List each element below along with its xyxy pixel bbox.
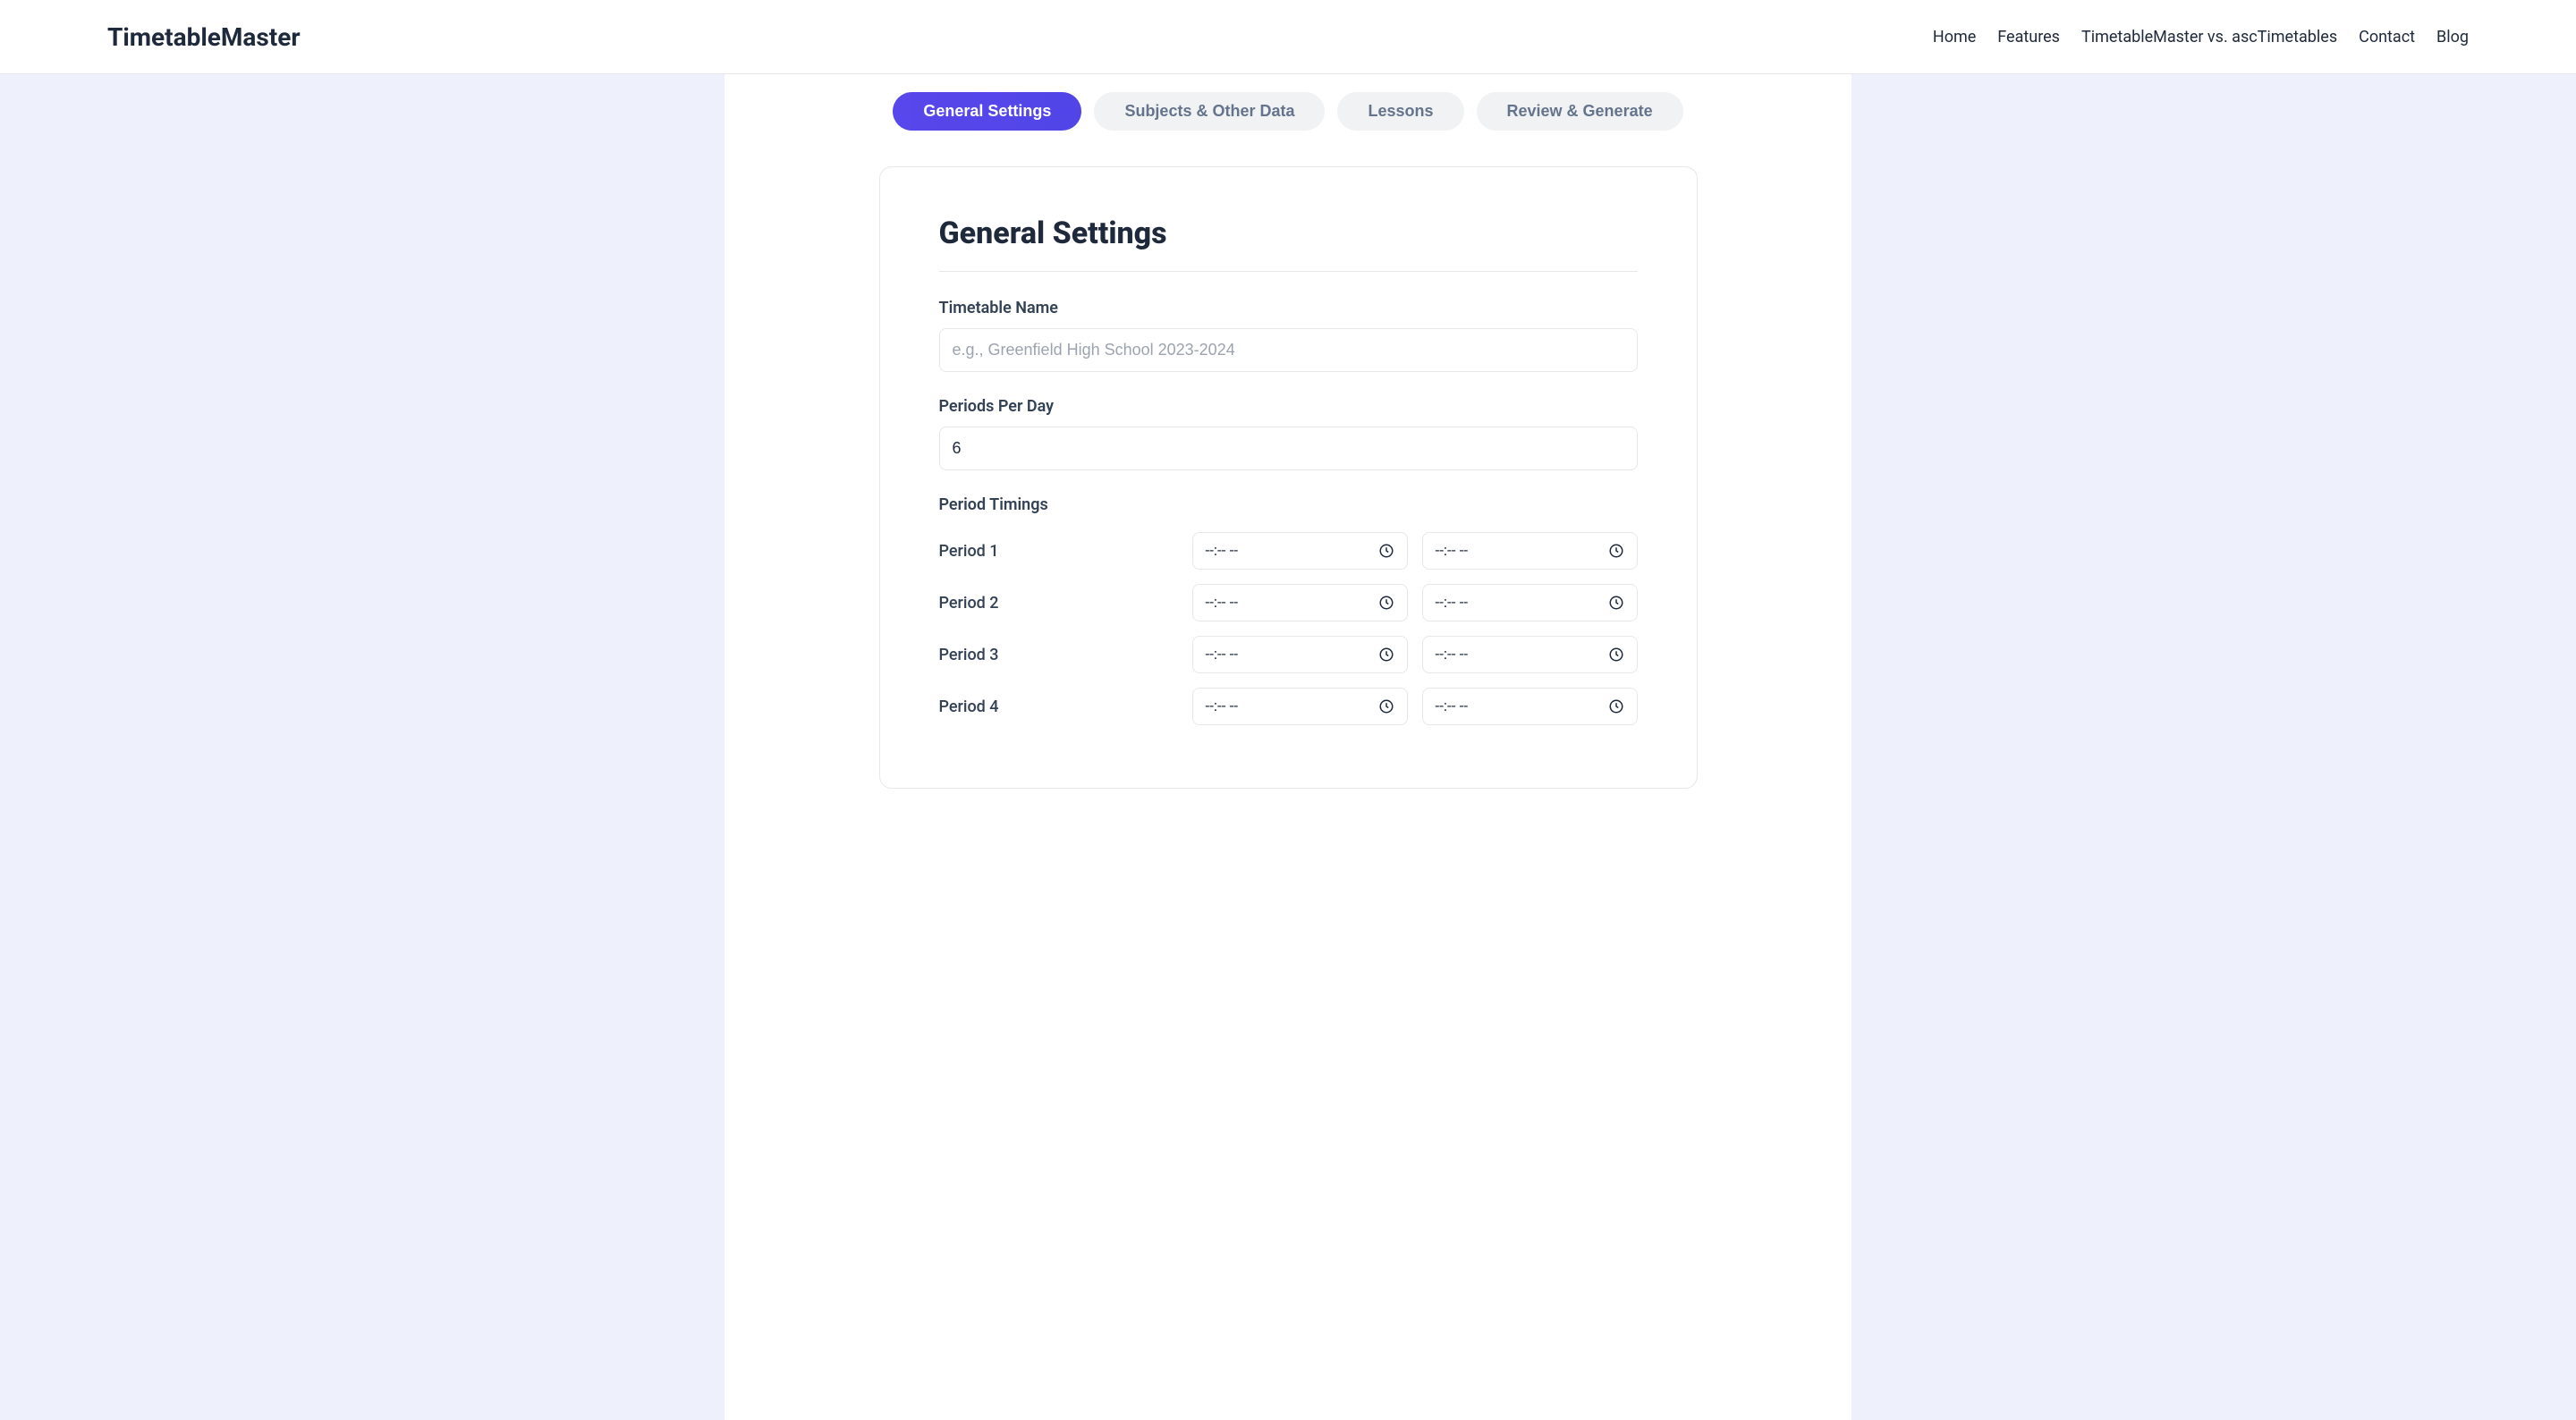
content-wrapper: General Settings Subjects & Other Data L… [724,74,1852,1420]
tab-subjects[interactable]: Subjects & Other Data [1094,92,1325,131]
card-title: General Settings [939,216,1638,272]
nav-compare[interactable]: TimetableMaster vs. ascTimetables [2081,28,2337,46]
period-4-end-input[interactable]: --:-- -- [1422,688,1638,725]
periods-per-day-group: Periods Per Day [939,397,1638,470]
time-placeholder: --:-- -- [1436,542,1469,560]
clock-icon [1378,698,1394,714]
time-placeholder: --:-- -- [1436,594,1469,612]
period-1-end-input[interactable]: --:-- -- [1422,532,1638,570]
clock-icon [1378,595,1394,611]
timetable-name-input[interactable] [939,328,1638,372]
time-placeholder: --:-- -- [1436,646,1469,664]
clock-icon [1608,595,1624,611]
page-container: General Settings Subjects & Other Data L… [0,74,2576,1420]
clock-icon [1378,647,1394,663]
nav-features[interactable]: Features [1997,28,2060,46]
period-4-label: Period 4 [939,697,1178,716]
period-3-label: Period 3 [939,646,1178,664]
logo[interactable]: TimetableMaster [107,22,301,52]
main-nav: Home Features TimetableMaster vs. ascTim… [1933,28,2469,46]
period-timings-label: Period Timings [939,495,1638,514]
periods-per-day-label: Periods Per Day [939,397,1638,416]
timetable-name-label: Timetable Name [939,299,1638,317]
period-3-end-input[interactable]: --:-- -- [1422,636,1638,673]
period-row-4: Period 4 --:-- -- --:-- -- [939,688,1638,725]
timetable-name-group: Timetable Name [939,299,1638,372]
clock-icon [1608,698,1624,714]
header: TimetableMaster Home Features TimetableM… [0,0,2576,74]
period-3-start-input[interactable]: --:-- -- [1192,636,1408,673]
period-row-2: Period 2 --:-- -- --:-- -- [939,584,1638,621]
tab-lessons[interactable]: Lessons [1337,92,1463,131]
period-4-start-input[interactable]: --:-- -- [1192,688,1408,725]
period-row-1: Period 1 --:-- -- --:-- -- [939,532,1638,570]
clock-icon [1608,543,1624,559]
clock-icon [1608,647,1624,663]
time-placeholder: --:-- -- [1206,697,1239,715]
time-placeholder: --:-- -- [1206,594,1239,612]
time-placeholder: --:-- -- [1206,646,1239,664]
period-2-end-input[interactable]: --:-- -- [1422,584,1638,621]
nav-blog[interactable]: Blog [2436,28,2469,46]
periods-per-day-input[interactable] [939,427,1638,470]
period-2-start-input[interactable]: --:-- -- [1192,584,1408,621]
period-row-3: Period 3 --:-- -- --:-- -- [939,636,1638,673]
period-timings-section: Period Timings Period 1 --:-- -- --:-- -… [939,495,1638,725]
period-1-label: Period 1 [939,542,1178,561]
tab-review[interactable]: Review & Generate [1477,92,1683,131]
time-placeholder: --:-- -- [1206,542,1239,560]
tab-general-settings[interactable]: General Settings [893,92,1081,131]
nav-contact[interactable]: Contact [2359,28,2415,46]
settings-card: General Settings Timetable Name Periods … [879,166,1698,789]
period-1-start-input[interactable]: --:-- -- [1192,532,1408,570]
period-2-label: Period 2 [939,594,1178,613]
clock-icon [1378,543,1394,559]
time-placeholder: --:-- -- [1436,697,1469,715]
nav-home[interactable]: Home [1933,28,1976,46]
wizard-tabs: General Settings Subjects & Other Data L… [724,92,1852,166]
